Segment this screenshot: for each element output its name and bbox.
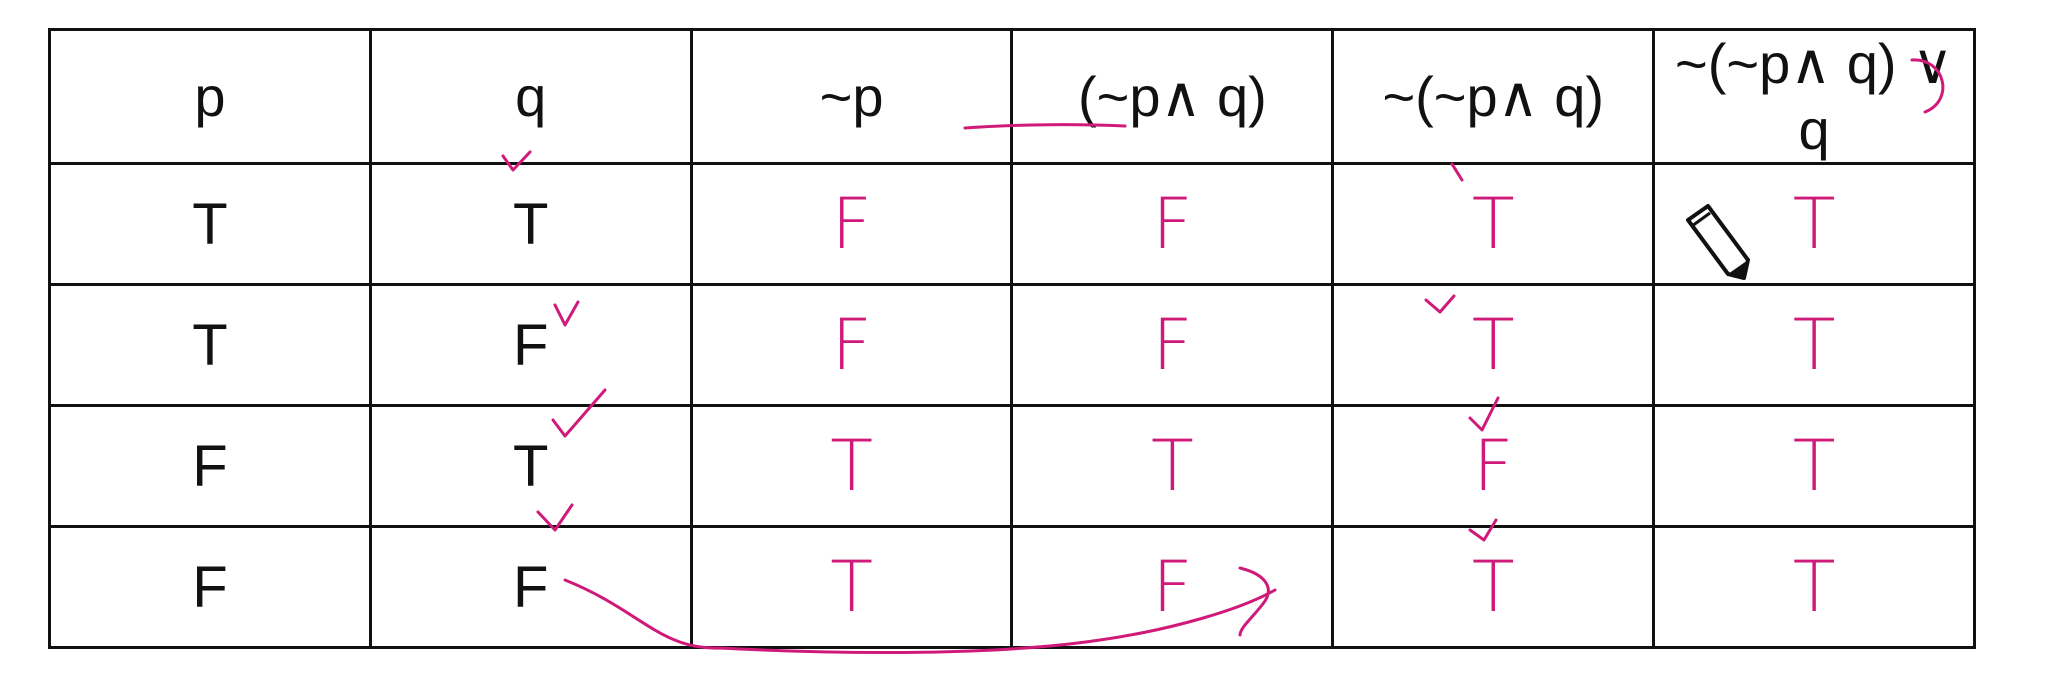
header-p: p: [48, 28, 372, 165]
cell-q: F: [368, 283, 693, 407]
cell-not-of-not-p-and-q: T: [1331, 283, 1656, 407]
cell-not-p: F: [689, 162, 1014, 286]
header-not-of-not-p-and-q: ~(~p∧ q): [1331, 28, 1656, 165]
header-not-p: ~p: [689, 28, 1014, 165]
table-row: F T T T F T: [48, 404, 1976, 528]
cell-p: F: [48, 525, 372, 649]
cell-not-p-and-q: F: [1010, 525, 1335, 649]
cell-q: T: [368, 162, 693, 286]
cell-not-p-and-q: T: [1010, 404, 1335, 528]
cell-result: T: [1652, 525, 1976, 649]
cell-result: T: [1652, 283, 1976, 407]
cell-not-p: F: [689, 283, 1014, 407]
truth-table: p q ~p (~p∧ q) ~(~p∧ q) ~(~p∧ q) ∨ q T T…: [48, 28, 1976, 649]
table-row: T F F F T T: [48, 283, 1976, 407]
cell-result: T: [1652, 404, 1976, 528]
header-q: q: [368, 28, 693, 165]
cell-not-p-and-q: F: [1010, 283, 1335, 407]
cell-q: T: [368, 404, 693, 528]
cell-not-p-and-q: F: [1010, 162, 1335, 286]
cell-not-of-not-p-and-q: F: [1331, 404, 1656, 528]
cell-q: F: [368, 525, 693, 649]
cell-p: T: [48, 162, 372, 286]
cell-p: T: [48, 283, 372, 407]
header-not-p-and-q: (~p∧ q): [1010, 28, 1335, 165]
cell-p: F: [48, 404, 372, 528]
cell-not-of-not-p-and-q: T: [1331, 162, 1656, 286]
table-row: F F T F T T: [48, 525, 1976, 649]
header-row: p q ~p (~p∧ q) ~(~p∧ q) ~(~p∧ q) ∨ q: [48, 28, 1976, 165]
cell-not-of-not-p-and-q: T: [1331, 525, 1656, 649]
header-result: ~(~p∧ q) ∨ q: [1652, 28, 1976, 165]
cell-not-p: T: [689, 525, 1014, 649]
pencil-icon: [1680, 200, 1760, 290]
cell-not-p: T: [689, 404, 1014, 528]
